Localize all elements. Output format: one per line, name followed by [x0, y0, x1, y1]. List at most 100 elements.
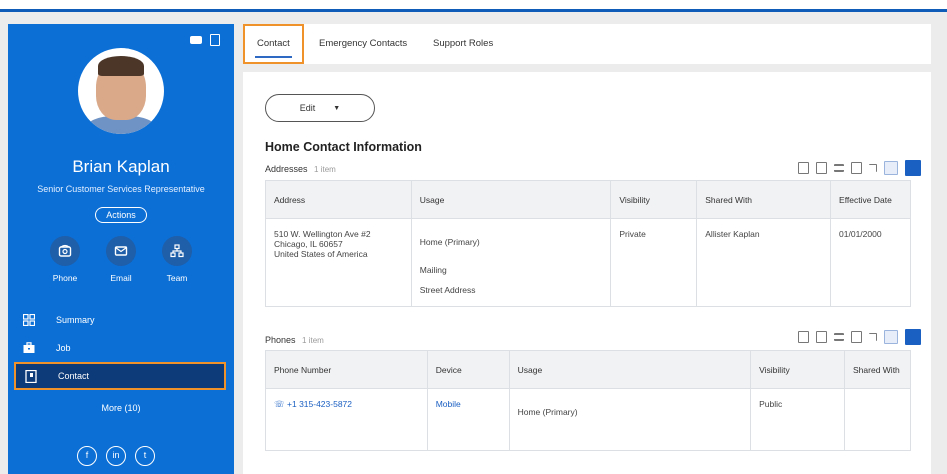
- column-header[interactable]: Effective Date: [830, 180, 911, 219]
- edit-button[interactable]: Edit ▼: [265, 94, 375, 122]
- actions-button[interactable]: Actions: [95, 207, 147, 223]
- avatar[interactable]: [78, 48, 164, 134]
- shared-with-cell: Allister Kaplan: [696, 218, 832, 307]
- nav-item-summary[interactable]: Summary: [14, 306, 226, 334]
- tab-contact[interactable]: Contact: [243, 24, 304, 64]
- worker-title: Senior Customer Services Representative: [37, 184, 205, 194]
- nav-item-label: Summary: [56, 315, 95, 325]
- column-chooser-icon[interactable]: [851, 331, 862, 343]
- effective-date-cell: 01/01/2000: [830, 218, 911, 307]
- toggle-icon[interactable]: [190, 36, 202, 44]
- tab-support-roles[interactable]: Support Roles: [421, 24, 505, 64]
- org-chart-icon: [162, 236, 192, 266]
- phones-label: Phones: [265, 335, 296, 345]
- addresses-label: Addresses: [265, 164, 308, 174]
- worker-name: Brian Kaplan: [72, 157, 170, 176]
- nav-item-label: Job: [56, 343, 71, 353]
- usage-cell: Home (Primary) Mailing Street Address: [410, 218, 612, 307]
- phones-table-toolbar: [798, 329, 921, 345]
- top-bar: [0, 0, 947, 12]
- device-cell[interactable]: Mobile: [426, 388, 510, 451]
- worker-sidebar: Brian Kaplan Senior Customer Services Re…: [8, 24, 234, 474]
- usage-line: Mailing: [419, 265, 447, 275]
- edit-button-label: Edit: [299, 103, 316, 113]
- more-link[interactable]: More (10): [8, 403, 234, 413]
- tab-bar: Contact Emergency Contacts Support Roles: [243, 24, 931, 64]
- contact-content: Edit ▼ Home Contact Information Addresse…: [243, 72, 931, 474]
- phone-number-link[interactable]: +1 315-423-5872: [287, 399, 352, 409]
- table-header-row: Phone Number Device Usage Visibility Sha…: [265, 350, 911, 389]
- visibility-cell: Public: [750, 388, 846, 451]
- visibility-cell: Private: [610, 218, 698, 307]
- avatar-hair: [98, 56, 144, 76]
- phones-count: 1 item: [302, 336, 324, 345]
- table-row: ☏ +1 315-423-5872 Mobile Home (Primary) …: [265, 388, 911, 451]
- main-panel: Contact Emergency Contacts Support Roles…: [243, 24, 931, 474]
- usage-line: Street Address: [419, 285, 476, 295]
- addresses-title: Addresses 1 item: [265, 164, 336, 174]
- column-header[interactable]: Usage: [508, 350, 752, 389]
- addresses-table: Address Usage Visibility Shared With Eff…: [265, 180, 911, 307]
- export-pdf-icon[interactable]: [816, 331, 827, 343]
- fullscreen-icon[interactable]: [869, 333, 877, 341]
- export-pdf-icon[interactable]: [816, 162, 827, 174]
- section-title: Home Contact Information: [265, 140, 422, 154]
- column-chooser-icon[interactable]: [851, 162, 862, 174]
- export-excel-icon[interactable]: [798, 331, 809, 343]
- tab-label: Contact: [257, 38, 290, 49]
- quick-action-label: Team: [166, 273, 188, 283]
- column-header[interactable]: Usage: [410, 180, 612, 219]
- address-line: Chicago, IL 60657: [274, 239, 343, 249]
- active-tab-indicator: [255, 56, 292, 58]
- export-excel-icon[interactable]: [798, 162, 809, 174]
- column-header[interactable]: Phone Number: [265, 350, 428, 389]
- tab-emergency-contacts[interactable]: Emergency Contacts: [307, 24, 419, 64]
- sidebar-top-icons: [190, 34, 220, 46]
- address-line: 510 W. Wellington Ave #2: [274, 229, 371, 239]
- phone-icon: ☏: [274, 399, 285, 409]
- addresses-count: 1 item: [314, 165, 336, 174]
- phones-table: Phone Number Device Usage Visibility Sha…: [265, 350, 911, 451]
- table-view-icon[interactable]: [884, 161, 898, 175]
- contact-card-icon: [24, 369, 38, 383]
- nav-item-job[interactable]: Job: [14, 334, 226, 362]
- address-line: United States of America: [274, 249, 368, 259]
- usage-cell: Home (Primary): [508, 388, 752, 451]
- column-header[interactable]: Address: [265, 180, 412, 219]
- addresses-table-toolbar: [798, 160, 921, 176]
- column-header[interactable]: Shared With: [696, 180, 832, 219]
- shared-with-cell: [844, 388, 911, 451]
- table-view-icon[interactable]: [884, 330, 898, 344]
- usage-line: Home (Primary): [517, 407, 578, 417]
- phones-title: Phones 1 item: [265, 335, 324, 345]
- chevron-down-icon: ▼: [333, 104, 341, 112]
- linkedin-icon[interactable]: in: [106, 446, 126, 466]
- facebook-icon[interactable]: f: [77, 446, 97, 466]
- column-header[interactable]: Visibility: [610, 180, 698, 219]
- quick-action-label: Phone: [52, 273, 78, 283]
- print-icon[interactable]: [210, 34, 220, 46]
- quick-action-phone[interactable]: Phone: [50, 236, 80, 283]
- column-header[interactable]: Device: [426, 350, 510, 389]
- quick-action-email[interactable]: Email: [106, 236, 136, 283]
- quick-action-label: Email: [110, 273, 132, 283]
- grid-view-icon[interactable]: [905, 329, 921, 345]
- nav-item-label: Contact: [58, 371, 90, 381]
- nav-item-contact[interactable]: Contact: [14, 362, 226, 390]
- twitter-icon[interactable]: t: [135, 446, 155, 466]
- dashboard-icon: [22, 313, 36, 327]
- phone-number-cell: ☏ +1 315-423-5872: [265, 388, 428, 451]
- quick-action-team[interactable]: Team: [162, 236, 192, 283]
- tab-label: Emergency Contacts: [319, 38, 408, 49]
- filter-icon[interactable]: [834, 164, 844, 172]
- briefcase-icon: [22, 341, 36, 355]
- filter-icon[interactable]: [834, 333, 844, 341]
- tab-label: Support Roles: [433, 38, 494, 49]
- phone-icon: [50, 236, 80, 266]
- grid-view-icon[interactable]: [905, 160, 921, 176]
- address-cell: 510 W. Wellington Ave #2 Chicago, IL 606…: [265, 218, 412, 307]
- column-header[interactable]: Visibility: [750, 350, 846, 389]
- column-header[interactable]: Shared With: [844, 350, 911, 389]
- table-header-row: Address Usage Visibility Shared With Eff…: [265, 180, 911, 219]
- fullscreen-icon[interactable]: [869, 164, 877, 172]
